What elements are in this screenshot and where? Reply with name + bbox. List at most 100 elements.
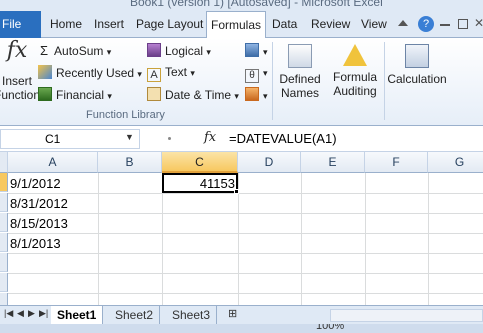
- active-cell-border: [162, 173, 238, 193]
- title-bar: Book1 (version 1) [Autosaved] - Microsof…: [0, 0, 483, 11]
- defined-names-button[interactable]: Defined Names: [276, 44, 324, 100]
- tab-insert[interactable]: Insert: [90, 11, 128, 38]
- theta-icon: θ: [245, 69, 259, 83]
- insert-function-button[interactable]: fx Insert Function: [0, 38, 42, 103]
- next-sheet-icon[interactable]: ▶: [28, 308, 35, 319]
- math-trig-button[interactable]: θ ▾: [245, 65, 268, 83]
- prev-sheet-icon[interactable]: ◀: [17, 308, 24, 319]
- chevron-down-icon: ▾: [107, 91, 112, 101]
- sigma-icon: Σ: [40, 43, 49, 58]
- sheet-tab-2[interactable]: Sheet2: [109, 306, 161, 325]
- chevron-down-icon: ▾: [206, 47, 211, 57]
- gridline: [8, 233, 483, 234]
- ribbon-tab-row: File Home Insert Page Layout Formulas Da…: [0, 11, 483, 39]
- lookup-icon: [245, 43, 259, 57]
- chevron-down-icon: ▾: [263, 91, 268, 101]
- tab-review[interactable]: Review: [307, 11, 354, 38]
- tab-view[interactable]: View: [357, 11, 391, 38]
- column-header-b[interactable]: B: [98, 152, 162, 173]
- tab-formulas[interactable]: Formulas: [206, 11, 267, 39]
- calendar-clock-icon: [147, 87, 161, 101]
- row-header-2[interactable]: [0, 193, 8, 212]
- row-header-5[interactable]: [0, 253, 8, 272]
- last-sheet-icon[interactable]: ▶|: [39, 308, 48, 319]
- chevron-down-icon: ▾: [106, 47, 112, 57]
- autosum-button[interactable]: Σ AutoSum ▾: [40, 43, 111, 58]
- first-sheet-icon[interactable]: |◀: [4, 308, 13, 319]
- close-window-icon[interactable]: ✕: [474, 16, 483, 32]
- ribbon: fx Insert Function ΣAutoSum ▾ Recently U…: [0, 38, 483, 126]
- warning-icon: [343, 44, 367, 66]
- status-bar: 100%: [0, 324, 483, 333]
- horizontal-scrollbar[interactable]: [330, 309, 483, 322]
- fx-big-icon: fx: [6, 38, 28, 63]
- chevron-down-icon: ▾: [234, 91, 239, 101]
- name-box[interactable]: C1 ▼: [0, 129, 140, 149]
- star-icon: [38, 65, 52, 79]
- help-icon[interactable]: ?: [418, 16, 434, 32]
- name-manager-icon: [288, 44, 312, 68]
- gridline: [8, 253, 483, 254]
- column-header-g[interactable]: G: [428, 152, 483, 173]
- text-a-icon: A: [147, 68, 161, 82]
- calculation-button[interactable]: Calculation: [386, 44, 448, 86]
- insert-sheet-icon[interactable]: ⊞: [228, 307, 237, 320]
- column-header-e[interactable]: E: [301, 152, 365, 173]
- gridline: [8, 273, 483, 274]
- logical-button[interactable]: Logical ▾: [147, 43, 211, 58]
- tab-file[interactable]: File: [0, 11, 41, 38]
- tab-home[interactable]: Home: [46, 11, 86, 38]
- insert-function-fx-button[interactable]: fx: [204, 130, 216, 145]
- text-button[interactable]: A Text ▾: [147, 65, 195, 82]
- cell-a4[interactable]: 8/1/2013: [10, 234, 61, 253]
- name-box-value: C1: [45, 132, 61, 146]
- restore-window-icon[interactable]: [458, 19, 468, 29]
- date-time-button[interactable]: Date & Time ▾: [147, 87, 239, 102]
- chevron-down-icon: ▾: [263, 68, 268, 78]
- column-header-d[interactable]: D: [238, 152, 301, 173]
- group-separator: [272, 42, 273, 120]
- chevron-down-icon: ▾: [190, 68, 195, 78]
- sheet-tab-1[interactable]: Sheet1: [51, 306, 104, 325]
- tab-data[interactable]: Data: [268, 11, 301, 38]
- calculator-icon: [405, 44, 429, 68]
- window-title: Book1 (version 1) [Autosaved] - Microsof…: [130, 0, 383, 9]
- gridline: [8, 213, 483, 214]
- select-all-corner[interactable]: [0, 152, 8, 173]
- gridline: [8, 293, 483, 294]
- zoom-level[interactable]: 100%: [316, 324, 344, 332]
- row-header-6[interactable]: [0, 273, 8, 292]
- gridline: [8, 193, 483, 194]
- worksheet-grid[interactable]: A B C D E F G 9/1/2012 8/31/2012 8/15/20…: [0, 152, 483, 312]
- row-header-1[interactable]: [0, 173, 8, 192]
- minimize-window-icon[interactable]: [440, 24, 450, 26]
- formula-input[interactable]: =DATEVALUE(A1): [229, 131, 337, 146]
- cell-a2[interactable]: 8/31/2012: [10, 194, 68, 213]
- formula-bar: C1 ▼ fx =DATEVALUE(A1): [0, 126, 483, 152]
- group-label-function-library: Function Library: [86, 109, 165, 121]
- financial-button[interactable]: Financial ▾: [38, 87, 112, 102]
- more-functions-icon: [245, 87, 259, 101]
- financial-book-icon: [38, 87, 52, 101]
- tab-page-layout[interactable]: Page Layout: [132, 11, 207, 38]
- recently-used-button[interactable]: Recently Used ▾: [38, 65, 142, 80]
- minimize-ribbon-icon[interactable]: [398, 20, 408, 26]
- chevron-down-icon: ▾: [263, 47, 268, 57]
- chevron-down-icon: ▾: [137, 69, 142, 79]
- column-header-c[interactable]: C: [162, 152, 238, 173]
- resize-dots-icon[interactable]: [168, 137, 171, 140]
- formula-auditing-button[interactable]: Formula Auditing: [327, 44, 383, 98]
- lookup-reference-button[interactable]: ▾: [245, 43, 268, 58]
- sheet-tab-3[interactable]: Sheet3: [166, 306, 218, 325]
- more-functions-button[interactable]: ▾: [245, 87, 268, 102]
- logical-book-icon: [147, 43, 161, 57]
- chevron-down-icon[interactable]: ▼: [125, 132, 134, 142]
- row-header-4[interactable]: [0, 233, 8, 252]
- column-header-f[interactable]: F: [365, 152, 428, 173]
- column-header-a[interactable]: A: [8, 152, 98, 173]
- fill-handle[interactable]: [234, 189, 239, 194]
- group-separator: [384, 42, 385, 120]
- cell-a1[interactable]: 9/1/2012: [10, 174, 61, 193]
- row-header-3[interactable]: [0, 213, 8, 232]
- cell-a3[interactable]: 8/15/2013: [10, 214, 68, 233]
